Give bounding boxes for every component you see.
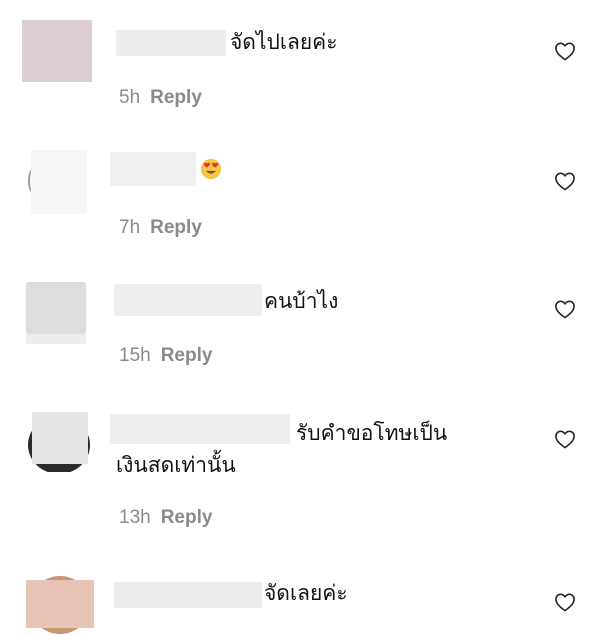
comment-text: จัดเลยค่ะ [264, 581, 348, 605]
avatar[interactable] [28, 150, 90, 214]
avatar-blur [31, 150, 87, 214]
comment-item: รับคำขอโทษเป็น เงินสดเท่านั้น 13h Reply [0, 392, 600, 560]
avatar-blur [26, 282, 86, 334]
like-heart-icon[interactable] [554, 429, 576, 449]
avatar[interactable] [28, 412, 90, 472]
like-heart-icon[interactable] [554, 592, 576, 612]
comment-text: จัดไปเลยค่ะ [230, 30, 338, 54]
comment-meta: 13h Reply [119, 506, 212, 530]
reply-button[interactable]: Reply [161, 507, 213, 528]
comment-item: คนบ้าไง 15h Reply [0, 260, 600, 392]
avatar-blur [32, 412, 88, 464]
avatar[interactable] [22, 20, 92, 82]
avatar-blur [26, 334, 86, 344]
comment-text-line2: เงินสดเท่านั้น [116, 453, 236, 477]
username-redacted[interactable] [114, 582, 262, 608]
like-heart-icon[interactable] [554, 41, 576, 61]
comment-timestamp: 13h [119, 507, 151, 528]
like-heart-icon[interactable] [554, 299, 576, 319]
avatar[interactable] [26, 282, 86, 344]
comment-item: จัดไปเลยค่ะ 5h Reply [0, 0, 600, 130]
heart-eyes-emoji-icon [200, 158, 222, 180]
comment-text: คนบ้าไง [264, 289, 339, 313]
comment-meta: 15h Reply [119, 344, 212, 368]
comment-timestamp: 15h [119, 345, 151, 366]
comment-meta: 5h Reply [119, 86, 202, 110]
reply-button[interactable]: Reply [150, 217, 202, 238]
comment-timestamp: 7h [119, 217, 141, 238]
username-redacted[interactable] [110, 152, 196, 186]
comment-meta: 7h Reply [119, 216, 202, 240]
like-heart-icon[interactable] [554, 171, 576, 191]
avatar[interactable] [26, 574, 94, 635]
reply-button[interactable]: Reply [150, 87, 202, 108]
comment-item: จัดเลยค่ะ [0, 560, 600, 635]
comment-item: 7h Reply [0, 130, 600, 260]
username-redacted[interactable] [114, 284, 262, 316]
username-redacted[interactable] [116, 30, 226, 56]
comment-timestamp: 5h [119, 87, 141, 108]
avatar-blur [26, 580, 94, 628]
username-redacted[interactable] [110, 414, 290, 444]
comment-text-line1: รับคำขอโทษเป็น [296, 421, 448, 445]
reply-button[interactable]: Reply [161, 345, 213, 366]
